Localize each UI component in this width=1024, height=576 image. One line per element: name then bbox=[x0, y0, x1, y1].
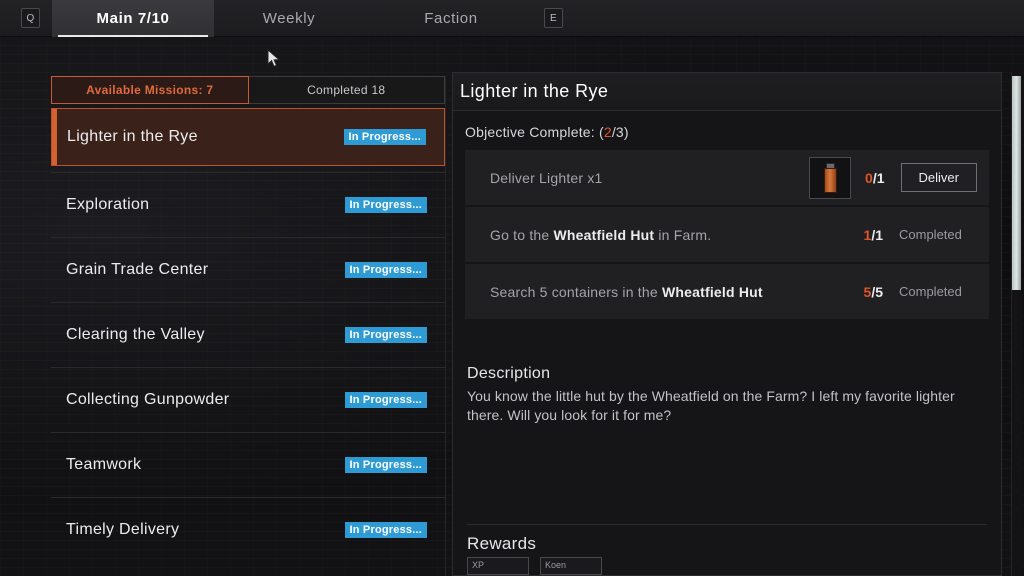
mission-list-item[interactable]: Collecting Gunpowder In Progress... bbox=[51, 367, 445, 432]
deliver-button[interactable]: Deliver bbox=[900, 163, 977, 192]
description-block: Description You know the little hut by t… bbox=[465, 365, 989, 425]
objective-text: Search 5 containers in the Wheatfield Hu… bbox=[490, 284, 864, 300]
mission-name: Grain Trade Center bbox=[66, 261, 209, 278]
rewards-divider bbox=[467, 524, 987, 525]
mission-list-item[interactable]: Grain Trade Center In Progress... bbox=[51, 237, 445, 302]
mission-detail-body: Objective Complete: (2/3) Deliver Lighte… bbox=[453, 111, 1001, 425]
objective-count: 1/1 bbox=[864, 227, 883, 243]
mission-list-item[interactable]: Clearing the Valley In Progress... bbox=[51, 302, 445, 367]
mission-name: Timely Delivery bbox=[66, 521, 180, 538]
mission-name: Teamwork bbox=[66, 456, 142, 473]
tab-main[interactable]: Main 7/10 bbox=[52, 0, 214, 37]
objective-status: Completed bbox=[899, 227, 962, 242]
mission-status-badge: In Progress... bbox=[344, 522, 427, 538]
mission-name: Collecting Gunpowder bbox=[66, 391, 230, 408]
objective-text-prefix: Search 5 containers in the bbox=[490, 283, 662, 300]
mission-status-badge: In Progress... bbox=[344, 197, 427, 213]
tab-main-label: Main 7/10 bbox=[96, 10, 170, 27]
lighter-item-icon[interactable] bbox=[809, 156, 852, 199]
mission-list-item[interactable]: Teamwork In Progress... bbox=[51, 432, 445, 497]
tab-faction-label: Faction bbox=[424, 10, 478, 27]
objective-row-search: Search 5 containers in the Wheatfield Hu… bbox=[465, 264, 989, 319]
mission-detail-title: Lighter in the Rye bbox=[453, 73, 1001, 111]
objective-text-suffix: in Farm. bbox=[654, 226, 712, 243]
panel-divider bbox=[445, 76, 446, 576]
tab-completed-missions-label: Completed 18 bbox=[307, 83, 386, 97]
mission-detail-panel: Lighter in the Rye Objective Complete: (… bbox=[452, 72, 1002, 576]
description-text: You know the little hut by the Wheatfiel… bbox=[467, 388, 955, 423]
mission-list-item[interactable]: Timely Delivery In Progress... bbox=[51, 497, 445, 562]
detail-scrollbar-thumb[interactable] bbox=[1012, 76, 1021, 290]
description-heading: Description bbox=[467, 365, 551, 382]
mission-status-badge: In Progress... bbox=[344, 262, 427, 278]
objective-complete-current: 2 bbox=[603, 124, 612, 140]
objective-count: 5/5 bbox=[864, 284, 883, 300]
game-screen: Q Main 7/10 Weekly Faction E Available M… bbox=[0, 0, 1024, 576]
objective-text: Go to the Wheatfield Hut in Farm. bbox=[490, 227, 864, 243]
mission-name: Exploration bbox=[66, 196, 150, 213]
objective-text: Deliver Lighter x1 bbox=[490, 169, 603, 186]
lighter-glyph bbox=[823, 162, 837, 193]
rewards-heading: Rewards bbox=[467, 534, 537, 553]
mission-list[interactable]: Lighter in the Rye In Progress... Explor… bbox=[51, 108, 445, 576]
key-hint-q[interactable]: Q bbox=[21, 8, 40, 28]
objective-text-prefix: Go to the bbox=[490, 226, 554, 243]
mission-status-badge: In Progress... bbox=[344, 327, 427, 343]
lighter-body bbox=[823, 167, 837, 193]
mission-list-panel: Available Missions: 7 Completed 18 Light… bbox=[51, 76, 445, 576]
tab-available-missions[interactable]: Available Missions: 7 bbox=[51, 76, 249, 104]
reward-item-koen[interactable]: Koen bbox=[540, 557, 602, 575]
objective-count: 0/1 bbox=[865, 170, 884, 186]
objective-text-highlight: Wheatfield Hut bbox=[661, 283, 763, 300]
objective-complete-rest: /3) bbox=[611, 124, 629, 140]
top-tab-bar: Q Main 7/10 Weekly Faction E bbox=[0, 0, 1024, 37]
mission-list-item-selected[interactable]: Lighter in the Rye In Progress... bbox=[51, 108, 445, 166]
objective-count-total: /5 bbox=[871, 283, 883, 300]
mission-list-item[interactable]: Exploration In Progress... bbox=[51, 172, 445, 237]
mission-name: Lighter in the Rye bbox=[67, 128, 198, 145]
mission-list-tabs: Available Missions: 7 Completed 18 bbox=[51, 76, 445, 104]
tab-available-missions-label: Available Missions: 7 bbox=[86, 83, 214, 97]
objective-complete-label: Objective Complete: ( bbox=[465, 124, 604, 140]
objective-row-goto: Go to the Wheatfield Hut in Farm. 1/1 Co… bbox=[465, 207, 989, 262]
objective-row-deliver: Deliver Lighter x1 0/1 Deliver bbox=[465, 150, 989, 205]
objective-text-highlight: Wheatfield Hut bbox=[553, 226, 655, 243]
mission-status-badge: In Progress... bbox=[344, 392, 427, 408]
mission-status-badge: In Progress... bbox=[344, 457, 427, 473]
objective-count-total: /1 bbox=[872, 169, 885, 186]
tab-completed-missions[interactable]: Completed 18 bbox=[248, 76, 445, 104]
mouse-cursor bbox=[267, 49, 281, 68]
objective-count-total: /1 bbox=[871, 226, 883, 243]
reward-item-xp[interactable]: XP bbox=[467, 557, 529, 575]
tab-weekly[interactable]: Weekly bbox=[230, 0, 348, 37]
objective-count-current: 0 bbox=[865, 169, 873, 186]
mission-status-badge: In Progress... bbox=[343, 129, 426, 145]
tab-faction[interactable]: Faction bbox=[392, 0, 510, 37]
mission-name: Clearing the Valley bbox=[66, 326, 205, 343]
rewards-block: Rewards XP Koen bbox=[467, 534, 987, 575]
tab-weekly-label: Weekly bbox=[262, 10, 316, 27]
objective-status: Completed bbox=[899, 284, 962, 299]
rewards-items: XP Koen bbox=[467, 557, 987, 575]
objective-complete-summary: Objective Complete: (2/3) bbox=[465, 124, 989, 140]
key-hint-e[interactable]: E bbox=[544, 8, 563, 28]
